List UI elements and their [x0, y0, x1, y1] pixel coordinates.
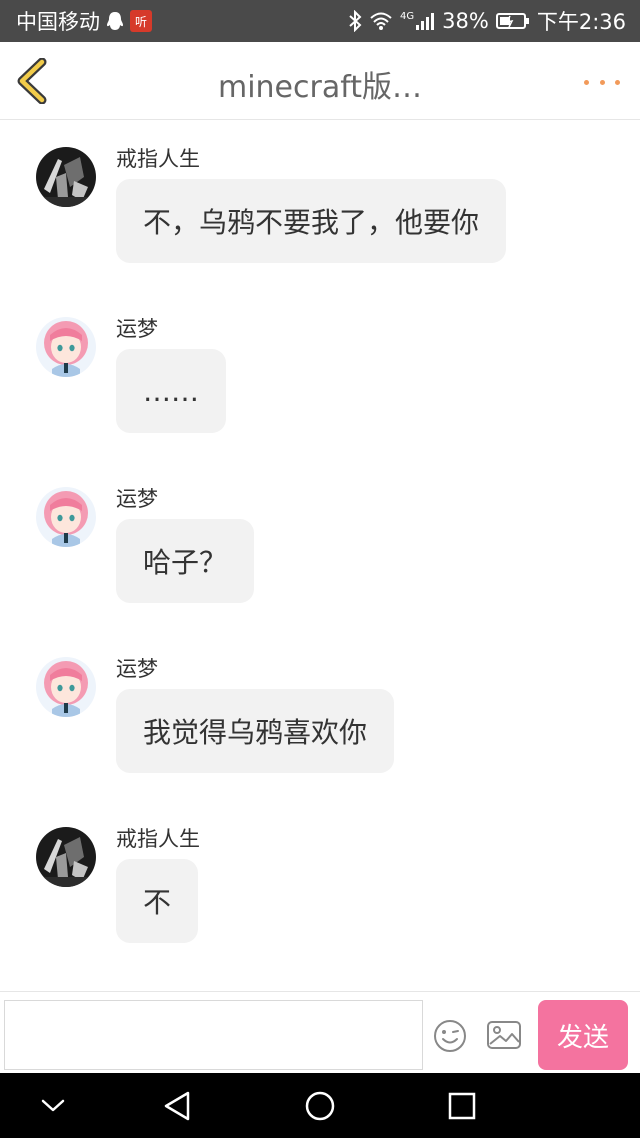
input-bar: 发送: [0, 991, 640, 1073]
avatar-anime[interactable]: [36, 317, 96, 377]
chat-header: minecraft版…: [0, 42, 640, 120]
sender-name: 运梦: [116, 317, 158, 341]
avatar-anime[interactable]: [36, 657, 96, 717]
sender-name: 运梦: [116, 657, 158, 681]
wifi-icon: [369, 11, 393, 31]
bluetooth-icon: [348, 10, 362, 32]
emoji-icon: [434, 1020, 466, 1052]
carrier-label: 中国移动: [16, 10, 100, 34]
notification-app-icon: 听: [130, 10, 152, 32]
sender-name: 戒指人生: [116, 147, 200, 171]
network-type-label: 4G: [400, 11, 415, 22]
navigation-bar: [0, 1073, 640, 1138]
battery-percent: 38%: [442, 9, 489, 33]
sender-name: 戒指人生: [116, 827, 200, 851]
avatar-dark[interactable]: [36, 827, 96, 887]
more-dots-icon: [584, 79, 589, 85]
battery-icon: [495, 12, 530, 30]
message-bubble[interactable]: ……: [116, 349, 226, 433]
message-input[interactable]: [4, 1000, 423, 1070]
signal-icon: 4G: [400, 11, 435, 31]
back-triangle-icon: [164, 1091, 190, 1121]
chat-screen: 中国移动 听 4G 38% 下午2:36 minecraft版… 戒指人生 不，…: [0, 0, 640, 1138]
message-bubble[interactable]: 不，乌鸦不要我了，他要你: [116, 179, 507, 263]
clock: 下午2:36: [536, 10, 626, 34]
recents-square-icon: [448, 1092, 476, 1120]
message-list: 戒指人生 不，乌鸦不要我了，他要你 运梦 …… 运梦 哈子？ 运梦 我觉得乌鸦喜…: [0, 121, 640, 991]
qq-icon: [106, 11, 124, 31]
avatar-dark[interactable]: [36, 147, 96, 207]
hide-keyboard-icon: [41, 1099, 65, 1112]
sender-name: 运梦: [116, 487, 158, 511]
more-options-button[interactable]: [584, 72, 620, 92]
emoji-button[interactable]: [432, 1018, 468, 1054]
avatar-anime[interactable]: [36, 487, 96, 547]
nav-recents-button[interactable]: [443, 1087, 481, 1125]
hide-keyboard-button[interactable]: [34, 1087, 72, 1125]
image-icon: [487, 1021, 521, 1049]
home-circle-icon: [305, 1091, 335, 1121]
message-bubble[interactable]: 哈子？: [116, 519, 255, 603]
message-bubble[interactable]: 我觉得乌鸦喜欢你: [116, 689, 395, 773]
status-bar: 中国移动 听 4G 38% 下午2:36: [0, 0, 640, 42]
message-bubble[interactable]: 不: [116, 859, 199, 943]
chat-title: minecraft版…: [217, 70, 423, 105]
nav-home-button[interactable]: [301, 1087, 339, 1125]
image-button[interactable]: [486, 1018, 522, 1052]
send-button[interactable]: 发送: [538, 1000, 628, 1070]
nav-back-button[interactable]: [158, 1087, 196, 1125]
